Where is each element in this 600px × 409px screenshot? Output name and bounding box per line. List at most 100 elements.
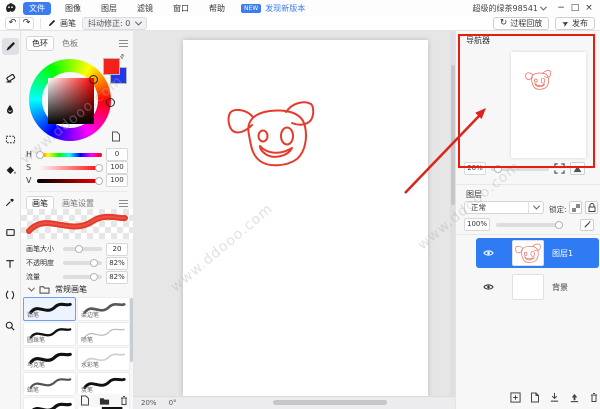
- foreground-color-swatch[interactable]: [103, 58, 120, 75]
- layer-name[interactable]: 图层1: [552, 248, 573, 259]
- eraser-tool[interactable]: [2, 69, 19, 86]
- rotation-angle[interactable]: 0°: [169, 399, 177, 407]
- smudge-tool[interactable]: [2, 100, 19, 117]
- menu-file[interactable]: 文件: [23, 1, 51, 15]
- lock-layer-button[interactable]: [585, 201, 598, 214]
- brush-size-slider[interactable]: [63, 245, 102, 253]
- layer-name[interactable]: 背景: [552, 282, 568, 293]
- hue-value[interactable]: 0: [106, 148, 128, 161]
- chevron-down-icon: [27, 284, 36, 292]
- menu-layer[interactable]: 图层: [95, 2, 123, 15]
- redo-button[interactable]: ↷: [19, 17, 33, 29]
- brush-size-row: 画笔大小 20: [21, 242, 133, 256]
- menu-image[interactable]: 图像: [59, 2, 87, 15]
- shape-tool[interactable]: [2, 224, 19, 241]
- menu-filter[interactable]: 滤镜: [131, 2, 159, 15]
- update-link[interactable]: 发现新版本: [265, 3, 305, 14]
- chevron-down-icon: [135, 18, 143, 26]
- brush-size-value[interactable]: 20: [106, 242, 128, 256]
- visibility-eye-icon[interactable]: [483, 249, 494, 257]
- saturation-value[interactable]: 100: [106, 161, 128, 174]
- horizontal-scrollbar[interactable]: [273, 400, 387, 405]
- brush-item-ballpoint[interactable]: 圆珠笔: [23, 322, 76, 346]
- brush-item-soft[interactable]: 柔边笔: [77, 297, 130, 321]
- zoom-level[interactable]: 20%: [141, 399, 157, 407]
- flow-slider[interactable]: [63, 273, 102, 281]
- brush-item-crayon[interactable]: 蜡笔: [23, 372, 76, 396]
- opacity-value[interactable]: 82%: [106, 256, 128, 270]
- eraser-icon: [5, 73, 15, 83]
- flow-value[interactable]: 82%: [106, 270, 128, 284]
- trash-icon[interactable]: [119, 395, 129, 406]
- new-brush-icon[interactable]: [80, 395, 90, 406]
- canvas-page[interactable]: [183, 40, 428, 396]
- saturation-slider[interactable]: [37, 163, 103, 172]
- fit-screen-icon[interactable]: [554, 163, 565, 174]
- tab-color-swatches[interactable]: 色板: [56, 36, 84, 51]
- saturation-square[interactable]: [48, 78, 94, 124]
- canvas-area[interactable]: 20% 0°: [133, 31, 455, 409]
- layer-row-1[interactable]: 图层1: [476, 238, 599, 268]
- merge-down-icon[interactable]: [549, 392, 560, 403]
- username: 超级的绿茶98541: [472, 3, 538, 13]
- brush-item-charcoal[interactable]: 炭笔: [77, 372, 130, 396]
- stabilizer-value: 抖动修正: 0: [88, 18, 131, 28]
- tab-color-wheel[interactable]: 色环: [26, 36, 54, 51]
- navigator-preview[interactable]: [511, 52, 586, 158]
- undo-button[interactable]: ↶: [6, 18, 19, 29]
- brush-group-label: 常规画笔: [55, 285, 87, 294]
- opacity-slider[interactable]: [63, 259, 102, 267]
- import-merge-icon[interactable]: [569, 392, 580, 403]
- lock-transparency-button[interactable]: [569, 201, 582, 214]
- zoom-tool[interactable]: [2, 317, 19, 334]
- delete-layer-icon[interactable]: [589, 392, 599, 403]
- value-value[interactable]: 100: [106, 174, 128, 187]
- user-menu[interactable]: 超级的绿茶98541: [472, 3, 548, 14]
- marquee-select-tool[interactable]: [2, 131, 19, 148]
- brush-name: 喷笔: [81, 337, 94, 344]
- navigator-zoom-value[interactable]: 20%: [464, 162, 486, 175]
- layer-opacity-slider[interactable]: [496, 220, 563, 229]
- hue-slider[interactable]: [36, 150, 102, 159]
- close-button[interactable]: ×: [582, 3, 596, 13]
- title-bar: 文件 图像 图层 滤镜 窗口 帮助 NEW 发现新版本 超级的绿茶98541 −…: [0, 0, 600, 16]
- menu-help[interactable]: 帮助: [203, 2, 231, 15]
- fill-bucket-tool[interactable]: [2, 162, 19, 179]
- copy-color-icon[interactable]: [111, 131, 121, 142]
- color-panel-menu-icon[interactable]: [119, 40, 128, 47]
- brush-item-ink[interactable]: 毛笔: [23, 397, 76, 409]
- value-slider[interactable]: [37, 176, 103, 185]
- publish-label: 发布: [572, 18, 588, 28]
- brush-group-header[interactable]: 常规画笔: [27, 284, 87, 295]
- brush-item-watercolor[interactable]: 水彩笔: [77, 347, 130, 371]
- visibility-eye-icon[interactable]: [483, 283, 494, 291]
- brush-item-marker[interactable]: 马克笔: [23, 347, 76, 371]
- publish-button[interactable]: ➤ 发布: [555, 16, 595, 30]
- new-layer-icon[interactable]: [510, 392, 521, 403]
- layer-opacity-value[interactable]: 100%: [464, 218, 490, 231]
- hue-marker[interactable]: [106, 98, 115, 107]
- eyedropper-tool[interactable]: [2, 193, 19, 210]
- brush-tool[interactable]: [1, 38, 19, 55]
- maximize-button[interactable]: □: [568, 3, 582, 13]
- layer-row-background[interactable]: 背景: [476, 272, 599, 302]
- brush-item-pencil[interactable]: 铅笔: [23, 297, 76, 321]
- brush-item-airbrush[interactable]: 喷笔: [77, 322, 130, 346]
- flip-preview-button[interactable]: [570, 162, 585, 175]
- saturation-marker[interactable]: [89, 75, 98, 84]
- replay-button[interactable]: ↻ 过程回放: [492, 16, 550, 30]
- blend-mode-dropdown[interactable]: 正常: [464, 201, 544, 214]
- text-tool[interactable]: [2, 255, 19, 272]
- new-folder-icon[interactable]: [99, 396, 110, 406]
- transform-tool[interactable]: [2, 286, 19, 303]
- text-icon: [6, 259, 14, 268]
- color-tabs: 色环 色板: [26, 36, 84, 51]
- menu-window[interactable]: 窗口: [167, 2, 195, 15]
- minimize-button[interactable]: −: [554, 3, 568, 13]
- fill-opacity-button[interactable]: [580, 218, 594, 231]
- navigator-zoom-slider[interactable]: [491, 164, 549, 173]
- stabilizer-dropdown[interactable]: 抖动修正: 0: [82, 16, 148, 30]
- duplicate-layer-icon[interactable]: [530, 392, 540, 403]
- brush-panel-menu-icon[interactable]: [119, 200, 128, 207]
- brush-icon: [48, 19, 56, 27]
